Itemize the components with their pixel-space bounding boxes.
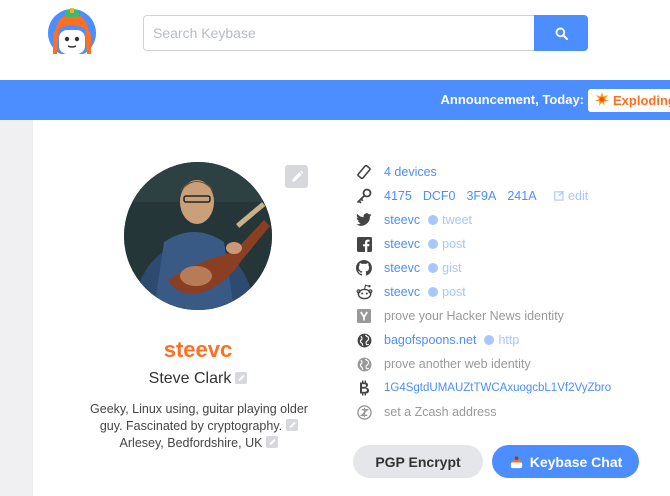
proof-status-dot: [484, 335, 495, 345]
edit-location-icon[interactable]: [266, 436, 279, 448]
globe-icon: [355, 355, 373, 373]
hackernews-icon: [355, 307, 373, 325]
proof-twitter: steevc tweet: [355, 208, 472, 232]
facebook-icon: [355, 235, 373, 253]
fingerprint-block-2[interactable]: DCF0: [423, 189, 456, 203]
edit-label: edit: [568, 189, 589, 203]
bitcoin-icon: [355, 379, 373, 397]
devices-link[interactable]: 4 devices: [384, 165, 437, 179]
proof-pgp-key: 4175 DCF0 3F9A 241A edit: [355, 184, 610, 208]
full-name-row: Steve Clark: [0, 370, 396, 388]
search-bar: [143, 15, 588, 51]
proof-status-dot: [428, 287, 439, 297]
proof-github: steevc gist: [355, 256, 462, 280]
keybase-chat-button[interactable]: Keybase Chat: [492, 445, 639, 478]
website-name[interactable]: bagofspoons.net: [384, 333, 476, 347]
bitcoin-address[interactable]: 1G4SgtdUMAUZtTWCAxuogcbL1Vf2VyZbro: [384, 382, 611, 394]
github-icon: [355, 259, 373, 277]
explosion-icon: [595, 92, 609, 109]
search-icon: [555, 27, 568, 40]
announcement-chip-text: Exploding: [613, 93, 670, 108]
reddit-proof-link[interactable]: post: [442, 285, 466, 299]
left-gutter: [0, 120, 33, 496]
chat-icon: [509, 454, 524, 469]
proof-web-prompt[interactable]: prove another web identity: [355, 352, 531, 376]
twitter-proof-link[interactable]: tweet: [442, 213, 472, 227]
twitter-username[interactable]: steevc: [384, 213, 420, 227]
fingerprint-block-1[interactable]: 4175: [384, 189, 412, 203]
proof-website: bagofspoons.net http: [355, 328, 519, 352]
web-identity-prompt[interactable]: prove another web identity: [384, 357, 531, 371]
device-icon: [355, 163, 373, 181]
bio-row: Geeky, Linux using, guitar playing older…: [78, 401, 320, 435]
proof-reddit: steevc post: [355, 280, 466, 304]
announcement-link[interactable]: Exploding: [588, 89, 670, 112]
edit-bio-icon[interactable]: [286, 419, 299, 431]
website-proof-link[interactable]: http: [498, 333, 519, 347]
fingerprint-block-4[interactable]: 241A: [507, 189, 536, 203]
reddit-username[interactable]: steevc: [384, 285, 420, 299]
key-icon: [355, 187, 373, 205]
facebook-proof-link[interactable]: post: [442, 237, 466, 251]
pgp-edit-link[interactable]: edit: [553, 189, 600, 203]
pgp-encrypt-label: PGP Encrypt: [375, 453, 461, 470]
pgp-encrypt-button[interactable]: PGP Encrypt: [353, 445, 483, 478]
zcash-icon: [355, 403, 373, 421]
announcement-bar: Announcement, Today: Exploding: [0, 80, 670, 120]
proof-status-dot: [428, 263, 439, 273]
username: steevc: [163, 337, 233, 362]
full-name: Steve Clark: [148, 370, 232, 387]
proof-devices[interactable]: 4 devices: [355, 160, 437, 184]
bio-text: Geeky, Linux using, guitar playing older…: [90, 402, 308, 433]
edit-icon: [553, 190, 564, 201]
top-bar: [0, 0, 670, 80]
search-button[interactable]: [534, 15, 588, 51]
proof-bitcoin: 1G4SgtdUMAUZtTWCAxuogcbL1Vf2VyZbro: [355, 376, 611, 400]
location-row: Arlesey, Bedfordshire, UK: [78, 436, 320, 450]
globe-icon: [355, 331, 373, 349]
keybase-chat-label: Keybase Chat: [529, 453, 623, 470]
proof-status-dot: [428, 239, 439, 249]
fingerprint-block-3[interactable]: 3F9A: [466, 189, 496, 203]
edit-avatar-button[interactable]: [285, 165, 308, 188]
github-proof-link[interactable]: gist: [442, 261, 461, 275]
proof-hackernews[interactable]: prove your Hacker News identity: [355, 304, 564, 328]
proof-zcash[interactable]: set a Zcash address: [355, 400, 497, 424]
hackernews-prompt[interactable]: prove your Hacker News identity: [384, 309, 564, 323]
location-text: Arlesey, Bedfordshire, UK: [119, 436, 263, 450]
facebook-username[interactable]: steevc: [384, 237, 420, 251]
twitter-icon: [355, 211, 373, 229]
keybase-logo[interactable]: [47, 8, 97, 57]
announcement-label: Announcement, Today:: [440, 92, 584, 107]
zcash-prompt[interactable]: set a Zcash address: [384, 405, 497, 419]
proof-facebook: steevc post: [355, 232, 466, 256]
edit-name-icon[interactable]: [235, 372, 248, 384]
pencil-icon: [291, 170, 303, 182]
github-username[interactable]: steevc: [384, 261, 420, 275]
reddit-icon: [355, 283, 373, 301]
search-input[interactable]: [143, 15, 535, 51]
proof-status-dot: [428, 215, 439, 225]
avatar[interactable]: [124, 162, 272, 310]
